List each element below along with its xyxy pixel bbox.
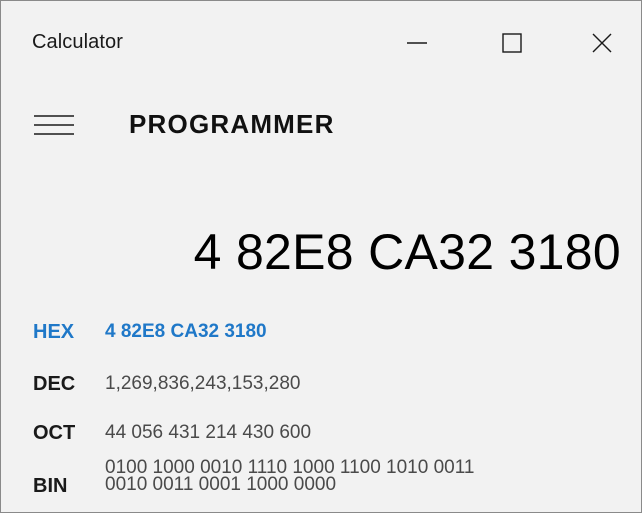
minimize-button[interactable] — [394, 15, 440, 71]
mode-title: PROGRAMMER — [129, 109, 335, 139]
radix-value-dec: 1,269,836,243,153,280 — [105, 373, 301, 394]
navigation-menu-button[interactable] — [29, 105, 79, 145]
radix-row-hex[interactable]: HEX 4 82E8 CA32 3180 — [1, 321, 641, 351]
minimize-icon — [407, 42, 427, 44]
radix-value-oct: 44 056 431 214 430 600 — [105, 422, 312, 443]
hamburger-menu-icon — [34, 115, 74, 135]
radix-row-oct[interactable]: OCT 44 056 431 214 430 600 — [1, 422, 641, 452]
bin-value-line-2: 0010 0011 0001 1000 0000 — [105, 474, 337, 495]
radix-label-hex: HEX — [33, 321, 75, 343]
maximize-button[interactable] — [489, 15, 535, 71]
radix-row-bin[interactable]: BIN 0100 1000 0010 1110 1000 1100 1010 0… — [1, 458, 641, 509]
radix-value-hex: 4 82E8 CA32 3180 — [105, 321, 267, 342]
radix-label-dec: DEC — [33, 373, 76, 395]
close-icon — [592, 33, 612, 53]
maximize-icon — [502, 33, 522, 53]
radix-label-bin: BIN — [33, 475, 68, 497]
close-button[interactable] — [579, 15, 625, 71]
calculator-window: Calculator PROGRAMMER 4 82E8 CA32 3180 H… — [0, 0, 642, 513]
title-bar: Calculator — [1, 1, 641, 85]
radix-row-dec[interactable]: DEC 1,269,836,243,153,280 — [1, 373, 641, 403]
app-title: Calculator — [32, 31, 124, 53]
radix-label-oct: OCT — [33, 422, 76, 444]
radix-value-bin: 0100 1000 0010 1110 1000 1100 1010 0011 … — [105, 458, 625, 495]
result-display: 4 82E8 CA32 3180 — [193, 224, 621, 280]
